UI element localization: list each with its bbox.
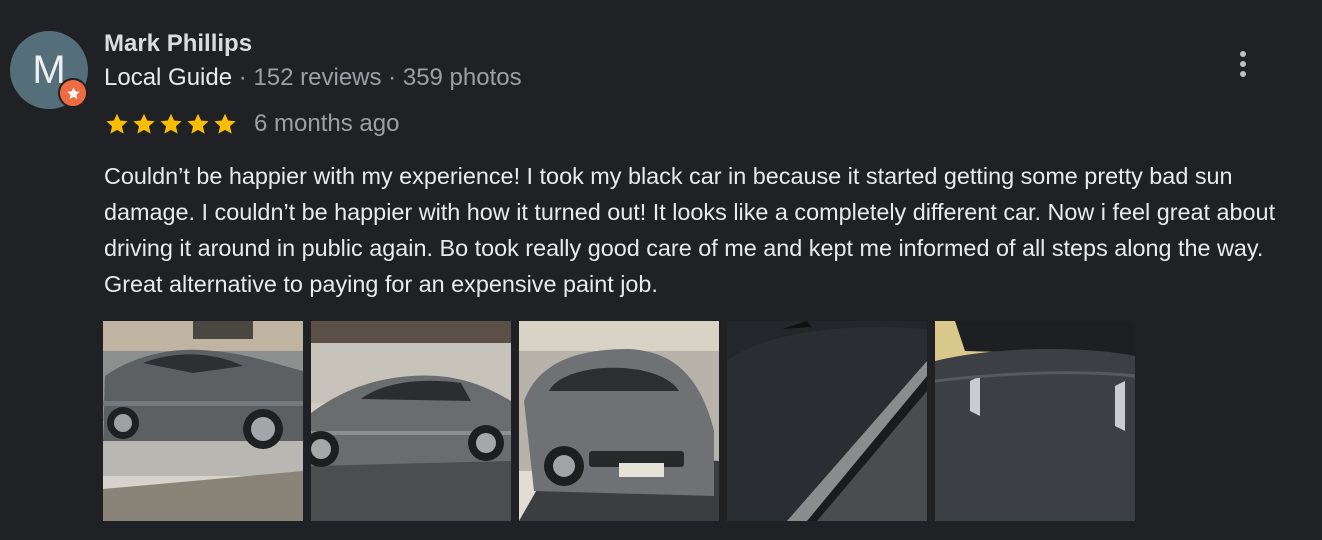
review-photo-5[interactable] xyxy=(935,321,1135,521)
review-text: Couldn’t be happier with my experience! … xyxy=(104,163,1276,297)
photo-count: 359 photos xyxy=(402,64,522,91)
review-photo-3[interactable] xyxy=(519,321,719,521)
review-photo-1[interactable] xyxy=(103,321,303,521)
more-options-button[interactable] xyxy=(1228,46,1258,82)
review-photos xyxy=(103,321,1135,521)
review-photo-4[interactable] xyxy=(727,321,927,521)
review-photo-2[interactable] xyxy=(311,321,511,521)
star-icon xyxy=(214,113,236,134)
more-options-icon-dot xyxy=(1240,61,1246,67)
local-guide-badge-icon xyxy=(58,78,88,108)
meta-separator: · xyxy=(238,64,247,91)
star-icon xyxy=(187,113,209,134)
star-rating xyxy=(104,111,238,137)
more-options-icon-dot xyxy=(1240,71,1246,77)
star-icon xyxy=(106,113,128,134)
star-icon xyxy=(160,113,182,134)
rating-row: 6 months ago xyxy=(104,110,399,138)
local-guide-label: Local Guide xyxy=(104,64,233,91)
more-options-icon xyxy=(1240,51,1246,57)
review-date: 6 months ago xyxy=(254,110,400,137)
reviewer-meta: Local Guide · 152 reviews · 359 photos xyxy=(104,64,522,92)
meta-separator: · xyxy=(388,64,397,91)
star-icon xyxy=(133,113,155,134)
reviewer-name[interactable]: Mark Phillips xyxy=(104,30,252,58)
review-count: 152 reviews xyxy=(253,64,382,91)
